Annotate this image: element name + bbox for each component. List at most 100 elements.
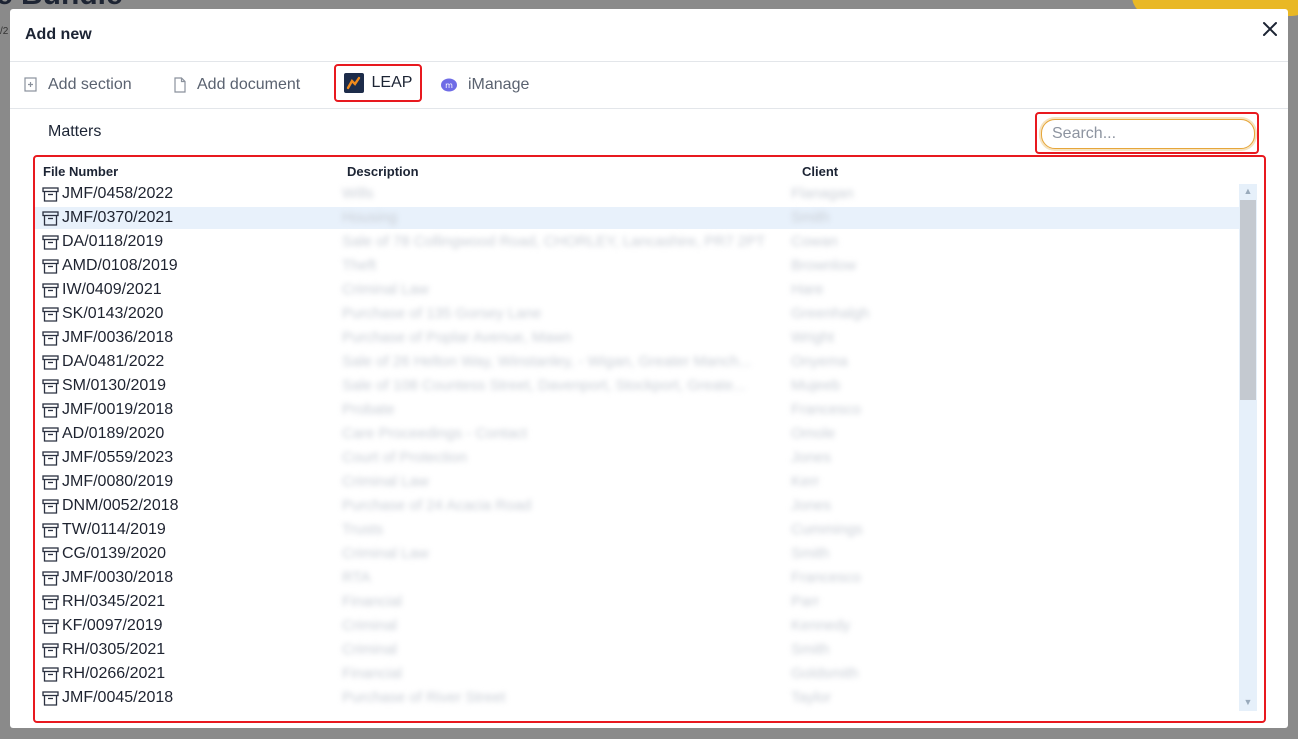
file-number-cell: JMF/0370/2021 <box>42 206 173 230</box>
tab-add-section[interactable]: Add section <box>24 64 132 105</box>
imanage-logo-icon: m <box>441 78 457 91</box>
table-row[interactable]: IW/0409/2021 Criminal Law Hare <box>35 278 1241 302</box>
table-row[interactable]: JMF/0030/2018 RTA Francesco <box>35 566 1241 590</box>
client-cell: Cowan <box>791 233 838 250</box>
file-number-text: SM/0130/2019 <box>62 377 167 394</box>
title-divider <box>10 61 1288 62</box>
archive-box-icon <box>42 426 59 442</box>
search-input[interactable] <box>1041 119 1255 149</box>
table-row[interactable]: JMF/0370/2021 Housing Smith <box>35 206 1241 230</box>
table-row[interactable]: JMF/0036/2018 Purchase of Poplar Avenue, … <box>35 326 1241 350</box>
file-number-text: TW/0114/2019 <box>62 521 166 538</box>
table-row[interactable]: SM/0130/2019 Sale of 108 Countess Street,… <box>35 374 1241 398</box>
archive-box-icon <box>42 522 59 538</box>
table-row[interactable]: KF/0097/2019 Criminal Kennedy <box>35 614 1241 638</box>
scrollbar-thumb[interactable] <box>1240 200 1256 400</box>
file-number-cell: IW/0409/2021 <box>42 278 162 302</box>
file-number-text: RH/0305/2021 <box>62 641 166 658</box>
table-row[interactable]: AMD/0108/2019 Theft Brownlow <box>35 254 1241 278</box>
description-cell: Probate <box>342 401 395 418</box>
table-row[interactable]: AD/0189/2020 Care Proceedings - Contact Om… <box>35 422 1241 446</box>
add-new-dialog: Add new Add section Add document LEAP m <box>10 9 1288 728</box>
tabs-divider <box>10 108 1288 109</box>
archive-box-icon <box>42 210 59 226</box>
archive-box-icon <box>42 450 59 466</box>
file-number-cell: JMF/0036/2018 <box>42 326 173 350</box>
file-number-text: JMF/0030/2018 <box>62 569 174 586</box>
description-cell: RTA <box>342 569 371 586</box>
archive-box-icon <box>42 282 59 298</box>
description-cell: Purchase of Poplar Avenue, Mawn <box>342 329 572 346</box>
column-header-description[interactable]: Description <box>347 164 419 179</box>
client-cell: Francesco <box>791 401 862 418</box>
table-row[interactable]: DA/0481/2022 Sale of 26 Helton Way, Winst… <box>35 350 1241 374</box>
description-cell: Wills <box>342 185 374 202</box>
close-button[interactable] <box>1257 16 1283 42</box>
table-row[interactable]: CG/0139/2020 Criminal Law Smith <box>35 542 1241 566</box>
table-row[interactable]: JMF/0045/2018 Purchase of River Street Tay… <box>35 686 1241 710</box>
archive-box-icon <box>42 330 59 346</box>
description-cell: Criminal Law <box>342 473 429 490</box>
description-cell: Sale of 108 Countess Street, Davenport, … <box>342 377 746 394</box>
file-number-cell: KF/0097/2019 <box>42 614 163 638</box>
file-number-cell: JMF/0559/2023 <box>42 446 173 470</box>
file-number-text: DNM/0052/2018 <box>62 497 179 514</box>
archive-box-icon <box>42 642 59 658</box>
tab-imanage[interactable]: m iManage <box>440 64 529 105</box>
archive-box-icon <box>42 498 59 514</box>
column-header-file-number[interactable]: File Number <box>43 164 118 179</box>
client-cell: Kennedy <box>791 617 851 634</box>
file-number-text: KF/0097/2019 <box>62 617 163 634</box>
description-cell: Financial <box>342 593 403 610</box>
description-cell: Theft <box>342 257 377 274</box>
client-cell: Jones <box>791 497 832 514</box>
table-row[interactable]: JMF/0458/2022 Wills Flanagan <box>35 182 1241 206</box>
tab-add-document[interactable]: Add document <box>173 64 300 105</box>
client-cell: Smith <box>791 545 830 562</box>
client-cell: Francesco <box>791 569 862 586</box>
client-cell: Wright <box>791 329 835 346</box>
tab-leap[interactable]: LEAP <box>334 64 422 102</box>
table-row[interactable]: SK/0143/2020 Purchase of 135 Gorsey Lane G… <box>35 302 1241 326</box>
file-number-cell: JMF/0080/2019 <box>42 470 173 494</box>
table-row[interactable]: RH/0305/2021 Criminal Smith <box>35 638 1241 662</box>
client-cell: Hare <box>791 281 824 298</box>
table-row[interactable]: TW/0114/2019 Trusts Cummings <box>35 518 1241 542</box>
file-number-cell: AMD/0108/2019 <box>42 254 178 278</box>
archive-box-icon <box>42 378 59 394</box>
tab-imanage-label: iManage <box>468 75 530 93</box>
table-row[interactable]: JMF/0019/2018 Probate Francesco <box>35 398 1241 422</box>
scroll-up-arrow-icon[interactable]: ▲ <box>1241 184 1255 198</box>
table-row[interactable]: JMF/0559/2023 Court of Protection Jones <box>35 446 1241 470</box>
column-header-client[interactable]: Client <box>802 164 838 179</box>
description-cell: Housing <box>342 209 398 226</box>
file-number-cell: JMF/0045/2018 <box>42 686 173 710</box>
archive-box-icon <box>42 690 59 706</box>
table-row[interactable]: DA/0118/2019 Sale of 78 Collingwood Road,… <box>35 230 1241 254</box>
description-cell: Purchase of 135 Gorsey Lane <box>342 305 542 322</box>
file-number-text: JMF/0080/2019 <box>62 473 174 490</box>
table-row[interactable]: RH/0266/2021 Financial Goldsmith <box>35 662 1241 686</box>
file-number-text: RH/0266/2021 <box>62 665 166 682</box>
dialog-title: Add new <box>25 26 92 43</box>
client-cell: Smith <box>791 209 830 226</box>
svg-text:m: m <box>445 81 453 90</box>
tab-add-section-label: Add section <box>48 75 132 93</box>
table-row[interactable]: DNM/0052/2018 Purchase of 24 Acacia Road J… <box>35 494 1241 518</box>
file-number-cell: RH/0266/2021 <box>42 662 165 686</box>
archive-box-icon <box>42 186 59 202</box>
file-number-cell: SM/0130/2019 <box>42 374 166 398</box>
description-cell: Criminal Law <box>342 281 429 298</box>
archive-box-icon <box>42 594 59 610</box>
matters-table-body: JMF/0458/2022 Wills Flanagan JMF/0370/2021 H… <box>35 182 1241 710</box>
archive-box-icon <box>42 234 59 250</box>
description-cell: Sale of 78 Collingwood Road, CHORLEY, La… <box>342 233 766 250</box>
description-cell: Sale of 26 Helton Way, Winstanley, - Wig… <box>342 353 752 370</box>
archive-box-icon <box>42 570 59 586</box>
file-number-text: JMF/0036/2018 <box>62 329 174 346</box>
scroll-down-arrow-icon[interactable]: ▼ <box>1241 695 1255 709</box>
table-row[interactable]: RH/0345/2021 Financial Parr <box>35 590 1241 614</box>
table-row[interactable]: JMF/0080/2019 Criminal Law Kerr <box>35 470 1241 494</box>
description-cell: Criminal Law <box>342 545 429 562</box>
client-cell: Taylor <box>791 689 832 706</box>
